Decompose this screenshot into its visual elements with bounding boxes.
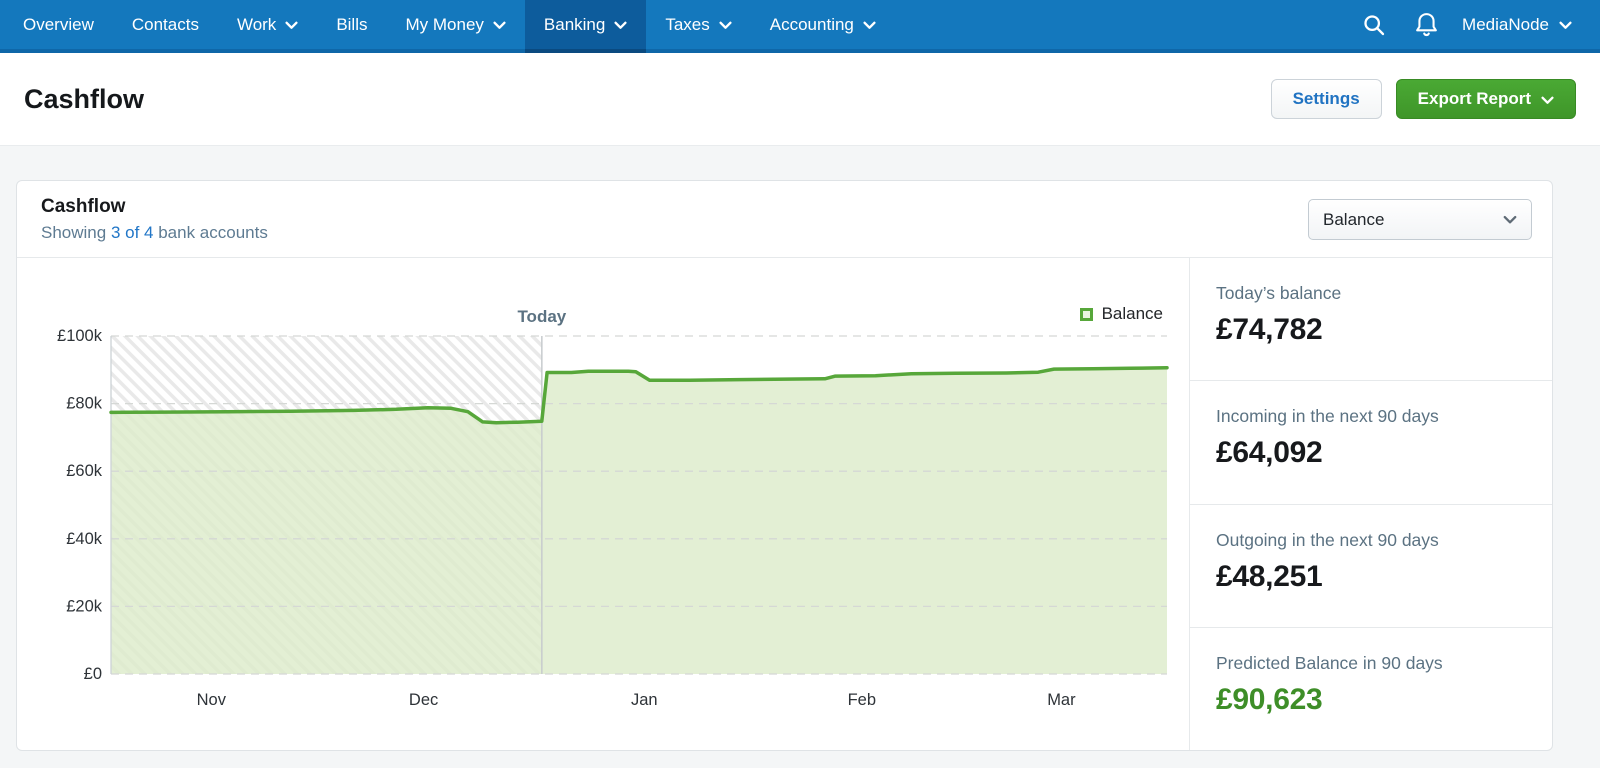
stat-value: £48,251 [1216,559,1323,593]
nav-item-label: Banking [543,14,606,34]
chevron-down-icon [285,21,298,30]
nav-item-my-money[interactable]: My Money [386,0,524,49]
card-header-text: Cashflow Showing 3 of 4 bank accounts [41,196,268,243]
legend-label: Balance [1101,304,1163,323]
nav-item-label: Accounting [769,14,854,34]
svg-text:£100k: £100k [57,327,103,345]
settings-button[interactable]: Settings [1270,79,1382,119]
stat-outgoing-90-days: Outgoing in the next 90 days £48,251 [1190,503,1552,627]
nav-item-label: Bills [336,14,368,34]
chevron-down-icon [1559,21,1572,30]
account-menu-button[interactable]: MediaNode [1456,0,1578,49]
nav-item-bills[interactable]: Bills [317,0,386,49]
stat-label: Incoming in the next 90 days [1216,406,1439,427]
nav-right: MediaNode [1352,0,1600,49]
bell-icon [1414,11,1439,38]
cashflow-chart: £100k £80k £60k £40k £20k £0 Today Nov Dec Jan Feb… [57,307,1169,709]
nav-item-overview[interactable]: Overview [4,0,113,49]
svg-text:Feb: Feb [848,691,876,709]
stat-label: Today’s balance [1216,283,1342,303]
legend-swatch-icon [1079,307,1093,321]
svg-text:£20k: £20k [66,597,103,615]
nav-item-label: Taxes [665,14,710,34]
chevron-down-icon [1503,215,1517,225]
stat-predicted-balance-90-days: Predicted Balance in 90 days £90,623 [1190,626,1552,750]
stat-value: £90,623 [1216,682,1323,716]
export-report-button[interactable]: Export Report [1395,79,1576,119]
header-actions: Settings Export Report [1270,79,1576,119]
export-report-label: Export Report [1417,89,1531,108]
card-header: Cashflow Showing 3 of 4 bank accounts Ba… [17,181,1552,258]
svg-text:Dec: Dec [409,691,438,709]
card-subtitle: Showing 3 of 4 bank accounts [41,223,268,243]
settings-button-label: Settings [1292,89,1360,108]
nav-item-label: Contacts [131,14,199,34]
stat-todays-balance: Today’s balance £74,782 [1190,258,1552,380]
metric-select[interactable]: Balance [1308,199,1532,240]
page-header: Cashflow Settings Export Report [0,53,1600,146]
nav-item-label: Work [236,14,277,34]
nav-item-accounting[interactable]: Accounting [751,0,895,49]
search-icon [1362,13,1386,37]
nav-item-work[interactable]: Work [218,0,317,49]
nav-item-label: My Money [405,14,484,34]
cashflow-card: Cashflow Showing 3 of 4 bank accounts Ba… [16,180,1553,751]
search-button[interactable] [1352,0,1396,49]
top-nav: Overview Contacts Work Bills My Money Banking… [0,0,1600,53]
nav-item-taxes[interactable]: Taxes [646,0,750,49]
svg-text:Mar: Mar [1047,691,1076,709]
svg-text:£0: £0 [84,665,102,683]
chevron-down-icon [863,21,876,30]
chevron-down-icon [1541,96,1554,105]
svg-text:Nov: Nov [197,691,227,709]
chart-legend: Balance [1079,304,1163,324]
nav-item-contacts[interactable]: Contacts [113,0,218,49]
metric-select-value: Balance [1323,209,1385,229]
subtitle-suffix: bank accounts [153,223,268,242]
svg-text:£80k: £80k [66,395,103,413]
page-title: Cashflow [24,83,145,114]
chart-panel: Balance £100k £80k £60k £40k £20k £0 Today Nov D… [17,258,1189,750]
nav-item-banking[interactable]: Banking [524,0,647,53]
stats-sidebar: Today’s balance £74,782 Incoming in the … [1189,258,1552,750]
notifications-button[interactable] [1404,0,1448,49]
stat-value: £74,782 [1216,313,1323,346]
stat-label: Predicted Balance in 90 days [1216,652,1443,673]
subtitle-prefix: Showing [41,223,111,242]
svg-text:£60k: £60k [66,462,103,480]
stat-incoming-90-days: Incoming in the next 90 days £64,092 [1190,380,1552,503]
svg-text:£40k: £40k [66,530,103,548]
chevron-down-icon [493,21,506,30]
svg-text:Jan: Jan [631,691,658,709]
chevron-down-icon [614,21,627,30]
card-body: Balance £100k £80k £60k £40k £20k £0 Today Nov D… [17,258,1552,750]
chevron-down-icon [719,21,732,30]
nav-items: Overview Contacts Work Bills My Money Banking… [4,0,895,53]
svg-text:Today: Today [517,307,566,326]
stat-label: Outgoing in the next 90 days [1216,529,1439,550]
account-label: MediaNode [1462,14,1549,34]
stat-value: £64,092 [1216,436,1323,470]
bank-accounts-link[interactable]: 3 of 4 [111,223,154,242]
nav-item-label: Overview [23,14,94,34]
card-title: Cashflow [41,196,126,217]
